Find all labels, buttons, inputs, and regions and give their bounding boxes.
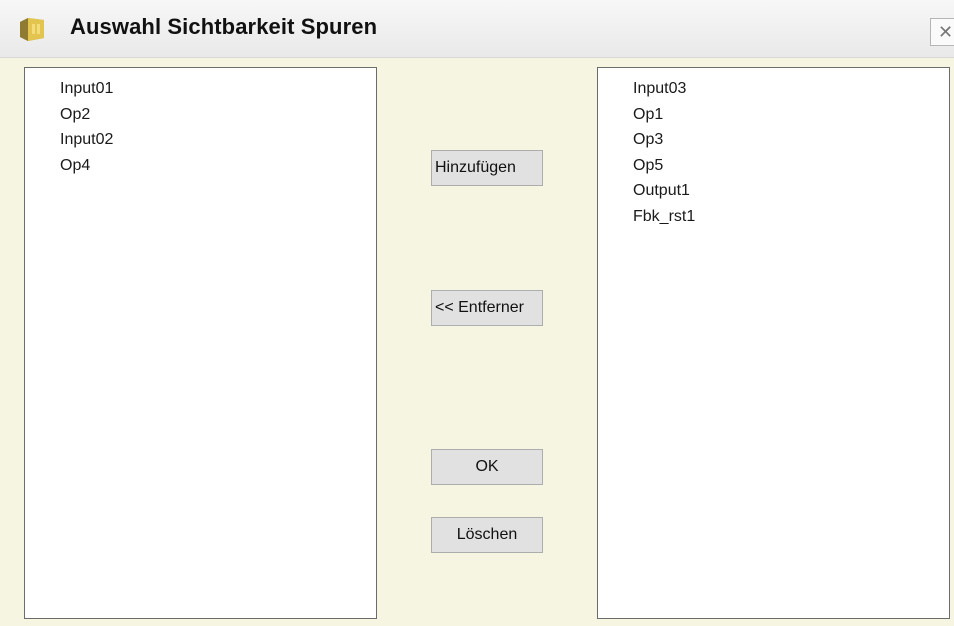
ok-button[interactable]: OK [431,449,543,485]
list-item[interactable]: Input01 [60,76,376,102]
available-tracks-list[interactable]: Input01 Op2 Input02 Op4 [24,67,377,619]
add-button[interactable]: Hinzufügen [431,150,543,186]
list-item[interactable]: Op3 [633,127,949,153]
close-button[interactable]: ✕ [930,18,954,46]
list-item[interactable]: Op1 [633,102,949,128]
delete-button[interactable]: Löschen [431,517,543,553]
list-item[interactable]: Op5 [633,153,949,179]
folder-box-icon [20,18,44,41]
list-item[interactable]: Fbk_rst1 [633,204,949,230]
visible-tracks-list[interactable]: Input03 Op1 Op3 Op5 Output1 Fbk_rst1 [597,67,950,619]
list-item[interactable]: Input03 [633,76,949,102]
window-title: Auswahl Sichtbarkeit Spuren [70,14,378,39]
remove-button[interactable]: << Entferner [431,290,543,326]
close-icon: ✕ [938,22,954,42]
title-bar: Auswahl Sichtbarkeit Spuren ✕ [0,0,954,58]
list-item[interactable]: Input02 [60,127,376,153]
list-item[interactable]: Op2 [60,102,376,128]
list-item[interactable]: Op4 [60,153,376,179]
list-item[interactable]: Output1 [633,178,949,204]
